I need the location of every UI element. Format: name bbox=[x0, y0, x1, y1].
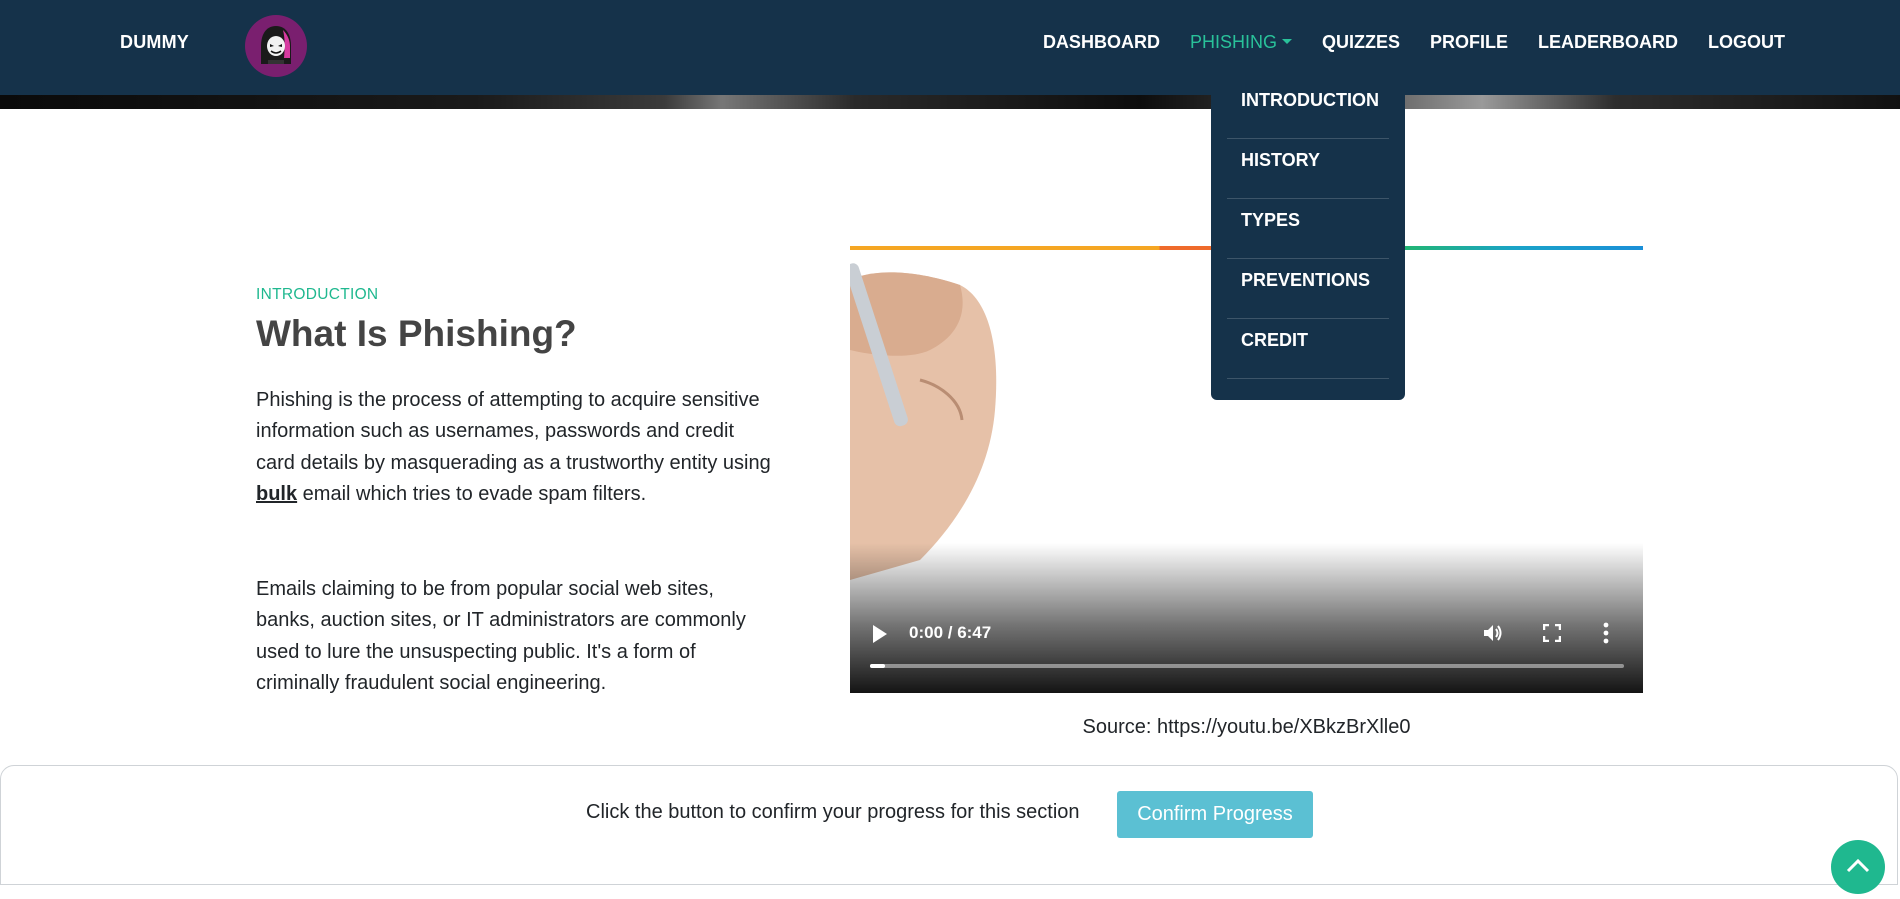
video-time: 0:00 / 6:47 bbox=[909, 623, 992, 642]
dropdown-item-credit[interactable]: CREDIT bbox=[1227, 320, 1389, 379]
nav-dashboard[interactable]: DASHBOARD bbox=[1043, 32, 1160, 53]
chevron-up-icon bbox=[1846, 858, 1870, 873]
second-paragraph: Emails claiming to be from popular socia… bbox=[256, 578, 746, 695]
intro-text-after: email which tries to evade spam filters. bbox=[297, 483, 647, 506]
page-title: What Is Phishing? bbox=[256, 313, 577, 354]
section-eyebrow: INTRODUCTION bbox=[256, 286, 379, 303]
video-source: Source: https://youtu.be/XBkzBrXlle0 bbox=[1082, 716, 1411, 738]
nav-quizzes[interactable]: QUIZZES bbox=[1322, 32, 1400, 53]
dropdown-item-preventions[interactable]: PREVENTIONS bbox=[1227, 260, 1389, 319]
hero-image-strip bbox=[0, 95, 1900, 109]
caret-down-icon bbox=[1281, 38, 1292, 44]
navbar: DUMMY DASHBOARD PHISHING QUIZZES PROFILE… bbox=[0, 0, 1900, 95]
nav-phishing[interactable]: PHISHING bbox=[1190, 32, 1292, 53]
volume-icon[interactable] bbox=[1482, 622, 1504, 644]
nav-links: DASHBOARD PHISHING QUIZZES PROFILE LEADE… bbox=[1013, 32, 1785, 53]
fullscreen-icon[interactable] bbox=[1543, 624, 1561, 642]
confirm-progress-bar bbox=[0, 765, 1898, 885]
confirm-progress-button[interactable]: Confirm Progress bbox=[1117, 791, 1313, 838]
nav-leaderboard[interactable]: LEADERBOARD bbox=[1538, 32, 1678, 53]
bulk-link[interactable]: bulk bbox=[256, 483, 297, 505]
intro-paragraph: Phishing is the process of attempting to… bbox=[256, 385, 776, 511]
nav-phishing-label: PHISHING bbox=[1189, 32, 1277, 52]
phishing-dropdown-menu: INTRODUCTION HISTORY TYPES PREVENTIONS C… bbox=[1211, 80, 1405, 400]
video-progress-fill bbox=[870, 664, 886, 668]
video-controls-shade bbox=[850, 543, 1643, 693]
video-progress-track[interactable] bbox=[870, 664, 1624, 668]
intro-text-before: Phishing is the process of attempting to… bbox=[256, 389, 771, 474]
brand-name[interactable]: DUMMY bbox=[120, 32, 189, 53]
hand-drawing-icon bbox=[850, 263, 997, 580]
nav-logout[interactable]: LOGOUT bbox=[1708, 32, 1785, 53]
scroll-top-button[interactable] bbox=[1831, 840, 1885, 894]
dropdown-item-history[interactable]: HISTORY bbox=[1227, 140, 1389, 199]
dropdown-item-introduction[interactable]: INTRODUCTION bbox=[1227, 80, 1389, 139]
play-icon[interactable] bbox=[872, 624, 888, 644]
dropdown-item-types[interactable]: TYPES bbox=[1227, 200, 1389, 259]
more-vertical-icon[interactable] bbox=[1602, 622, 1610, 644]
nav-profile[interactable]: PROFILE bbox=[1430, 32, 1508, 53]
hooded-hacker-icon[interactable] bbox=[245, 15, 307, 77]
confirm-progress-text: Click the button to confirm your progres… bbox=[586, 801, 1080, 823]
